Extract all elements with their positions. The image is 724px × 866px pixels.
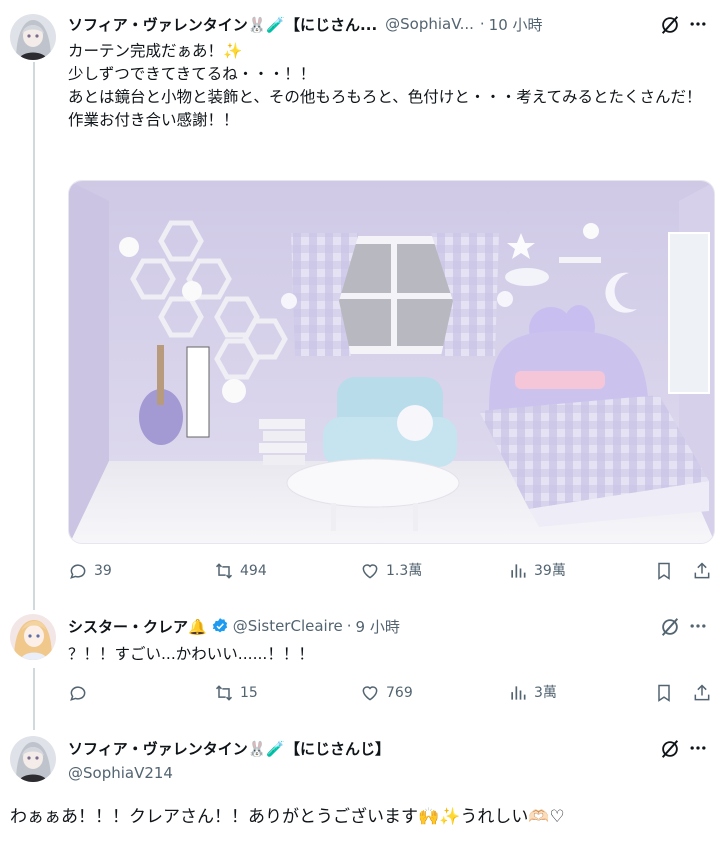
grok-icon[interactable] bbox=[657, 614, 683, 640]
repost-count: 15 bbox=[240, 685, 258, 701]
share-button[interactable] bbox=[692, 683, 718, 703]
handle[interactable]: @SophiaV214 bbox=[68, 764, 173, 782]
timestamp[interactable]: 10 小時 bbox=[489, 14, 543, 35]
views-count: 39萬 bbox=[534, 563, 566, 579]
thread-connector bbox=[33, 62, 35, 610]
tweet-actions: 15 769 3萬 bbox=[68, 683, 714, 707]
thread-connector bbox=[33, 668, 35, 730]
separator: · bbox=[479, 15, 485, 33]
share-button[interactable] bbox=[692, 561, 718, 581]
handle[interactable]: @SophiaV... bbox=[385, 15, 474, 33]
tweet-actions: 39 494 1.3萬 39萬 bbox=[68, 561, 714, 585]
verified-badge-icon bbox=[211, 617, 229, 635]
avatar-sophia[interactable] bbox=[10, 736, 56, 782]
reply-icon bbox=[70, 564, 86, 579]
tweet-media-image[interactable] bbox=[68, 180, 715, 544]
like-count: 1.3萬 bbox=[386, 563, 423, 579]
display-name[interactable]: ソフィア・ヴァレンタイン🐰🧪【にじさんじ】 bbox=[68, 738, 390, 759]
more-dots-icon[interactable] bbox=[684, 734, 712, 762]
grok-icon[interactable] bbox=[657, 12, 683, 38]
separator: · bbox=[346, 617, 352, 635]
reply-button[interactable]: 39 bbox=[68, 561, 112, 581]
more-dots-icon[interactable] bbox=[684, 10, 712, 38]
reply-icon bbox=[70, 686, 86, 701]
bookmark-button[interactable] bbox=[654, 561, 680, 581]
handle[interactable]: @SisterCleaire bbox=[233, 617, 343, 635]
views-button[interactable]: 3萬 bbox=[508, 683, 557, 703]
tweet-text: カーテン完成だぁあ！✨ 少しずつできてきてるね・・・！！ あとは鏡台と小物と装飾… bbox=[68, 42, 702, 129]
heart-icon bbox=[362, 686, 378, 701]
grok-icon[interactable] bbox=[657, 736, 683, 762]
repost-count: 494 bbox=[240, 563, 267, 579]
tweet-header: ソフィア・ヴァレンタイン🐰🧪【にじさんじ】 bbox=[68, 737, 390, 759]
views-button[interactable]: 39萬 bbox=[508, 561, 566, 581]
more-dots-icon[interactable] bbox=[684, 612, 712, 640]
views-chart-icon bbox=[511, 686, 526, 700]
heart-icon bbox=[362, 564, 378, 579]
reply-count: 39 bbox=[94, 563, 112, 579]
avatar-sophia[interactable] bbox=[10, 14, 56, 60]
share-icon bbox=[694, 562, 710, 579]
repost-button[interactable]: 15 bbox=[214, 683, 258, 703]
bookmark-button[interactable] bbox=[654, 683, 680, 703]
reply-button[interactable] bbox=[68, 683, 94, 703]
display-name[interactable]: ソフィア・ヴァレンタイン🐰🧪【にじさん... bbox=[68, 14, 377, 35]
tweet-handle-row: @SophiaV214 bbox=[68, 762, 173, 784]
like-count: 769 bbox=[386, 685, 413, 701]
views-count: 3萬 bbox=[534, 685, 557, 701]
tweet-text: わぁぁあ！！！クレアさん！！ありがとうございます🙌✨うれしい🫶🏻♡ bbox=[10, 807, 565, 827]
tweet-header: ソフィア・ヴァレンタイン🐰🧪【にじさん... @SophiaV... · 10 … bbox=[68, 12, 543, 36]
like-button[interactable]: 1.3萬 bbox=[360, 561, 422, 581]
bookmark-icon bbox=[658, 562, 670, 580]
views-chart-icon bbox=[511, 564, 526, 578]
repost-button[interactable]: 494 bbox=[214, 561, 267, 581]
avatar-sister-claire[interactable] bbox=[10, 614, 56, 660]
share-icon bbox=[694, 684, 710, 701]
bookmark-icon bbox=[658, 684, 670, 702]
like-button[interactable]: 769 bbox=[360, 683, 413, 703]
repost-icon bbox=[215, 685, 233, 701]
display-name[interactable]: シスター・クレア🔔 bbox=[68, 616, 207, 637]
repost-icon bbox=[215, 563, 233, 579]
tweet-text: ？！！すごい...かわいい......！！！ bbox=[68, 645, 314, 663]
tweet-header: シスター・クレア🔔 @SisterCleaire · 9 小時 bbox=[68, 614, 400, 638]
timestamp[interactable]: 9 小時 bbox=[356, 616, 400, 637]
